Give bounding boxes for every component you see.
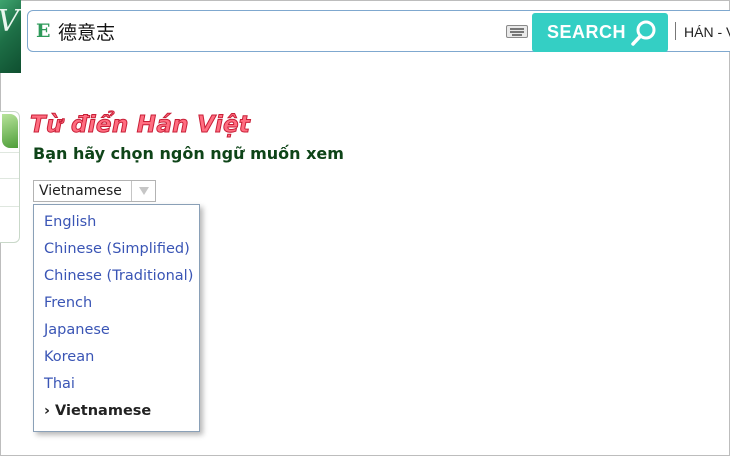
page-subtitle: Bạn hãy chọn ngôn ngữ muốn xem <box>33 144 344 163</box>
language-option-thai[interactable]: Thai <box>34 371 199 398</box>
header-separator <box>675 22 676 40</box>
search-button-label: SEARCH <box>547 22 627 42</box>
language-option-japanese[interactable]: Japanese <box>34 317 199 344</box>
language-option-korean[interactable]: Korean <box>34 344 199 371</box>
search-icon <box>631 20 656 46</box>
language-option-french[interactable]: French <box>34 290 199 317</box>
side-panel <box>0 111 20 243</box>
language-dropdown: English Chinese (Simplified) Chinese (Tr… <box>33 204 200 432</box>
search-button[interactable]: SEARCH <box>532 13 668 52</box>
search-input[interactable] <box>58 16 488 46</box>
language-option-chinese-traditional[interactable]: Chinese (Traditional) <box>34 263 199 290</box>
site-logo[interactable]: V <box>0 0 21 73</box>
keyboard-icon[interactable] <box>506 25 528 38</box>
leaf-icon <box>2 114 18 148</box>
side-panel-divider <box>0 178 19 179</box>
language-option-chinese-simplified[interactable]: Chinese (Simplified) <box>34 236 199 263</box>
language-option-english[interactable]: English <box>34 209 199 236</box>
logo-letter: V <box>0 2 19 42</box>
input-language-badge[interactable]: E <box>36 20 50 42</box>
side-panel-divider <box>0 152 19 153</box>
side-panel-divider <box>0 206 19 207</box>
page-title: Từ điển Hán Việt <box>29 112 251 139</box>
language-select-value: Vietnamese <box>39 183 122 199</box>
language-options: English Chinese (Simplified) Chinese (Tr… <box>34 205 199 425</box>
dictionary-mode-label[interactable]: HÁN - VIỆT <box>684 24 730 40</box>
dropdown-arrow-icon[interactable] <box>131 181 155 201</box>
language-option-vietnamese[interactable]: › Vietnamese <box>34 398 199 425</box>
language-select[interactable]: Vietnamese <box>33 180 156 202</box>
